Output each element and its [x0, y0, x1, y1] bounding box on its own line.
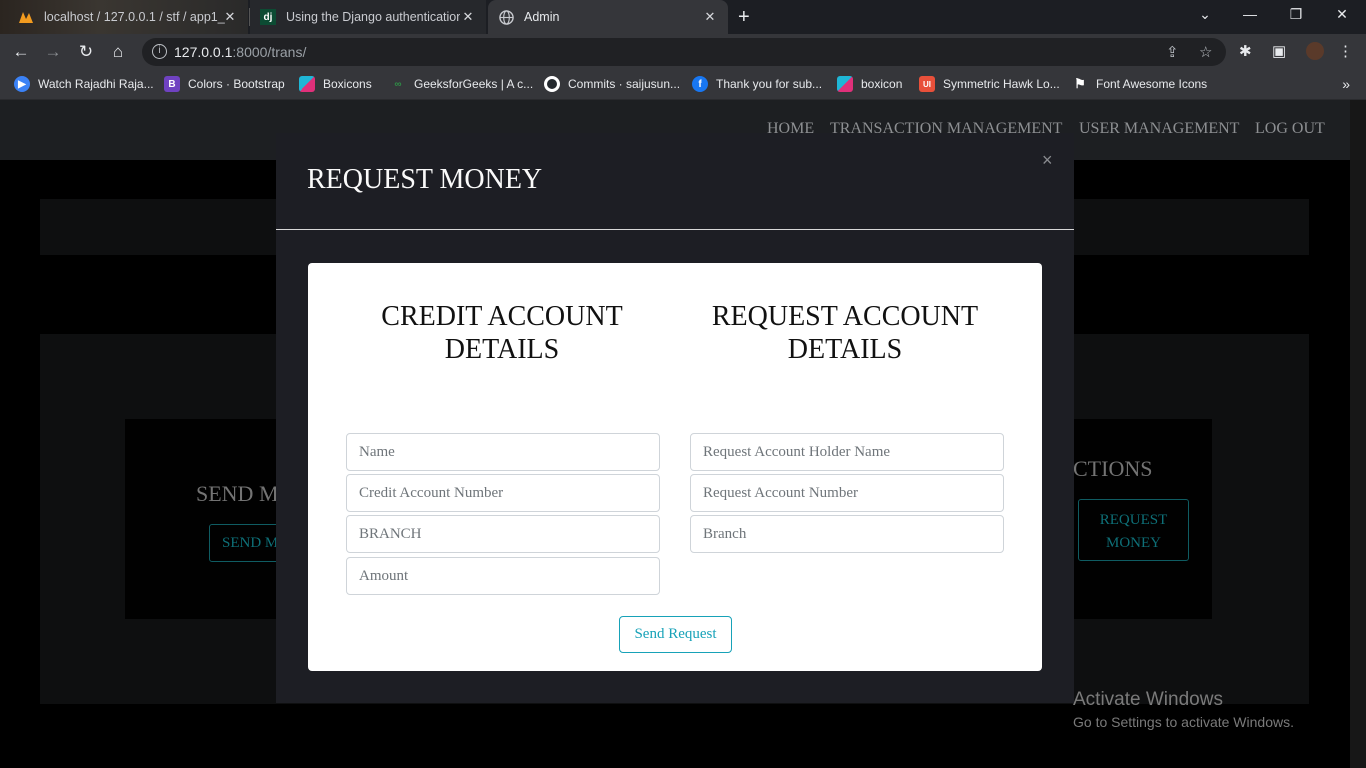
bookmark-label: boxicon — [861, 77, 903, 91]
browser-toolbar: ← → ↻ ⌂ i 127.0.0.1:8000/trans/ ⇪ ☆ ✱ ▣ … — [0, 34, 1366, 70]
browser-tab-strip: localhost / 127.0.0.1 / stf / app1_ ✕ dj… — [0, 0, 1366, 34]
request-form: CREDIT ACCOUNT DETAILS REQUEST ACCOUNT D… — [308, 263, 1042, 671]
tab-title: Using the Django authentication — [286, 10, 460, 24]
nav-user-management-link[interactable]: USER MANAGEMENT — [1079, 120, 1239, 138]
bookmark-label: GeeksforGeeks | A c... — [414, 77, 534, 91]
symmetric-hawk-icon: UI — [919, 76, 935, 92]
request-account-number-field[interactable] — [690, 474, 1004, 512]
transactions-title: CTIONS — [1073, 456, 1153, 481]
tab-title: localhost / 127.0.0.1 / stf / app1_ — [44, 10, 225, 24]
new-tab-plus-icon[interactable]: + — [738, 6, 750, 29]
facebook-icon: f — [692, 76, 708, 92]
close-icon[interactable]: ✕ — [222, 9, 238, 25]
close-icon[interactable]: ✕ — [460, 9, 476, 25]
bookmark-item[interactable]: B Colors · Bootstrap — [164, 76, 285, 92]
forward-arrow-icon[interactable]: → — [42, 41, 64, 63]
bookmark-label: Font Awesome Icons — [1096, 77, 1208, 91]
phpmyadmin-icon — [18, 9, 34, 25]
flag-icon: ⚑ — [1074, 76, 1086, 91]
send-money-title: SEND M — [196, 481, 279, 506]
tab-title: Admin — [524, 10, 560, 24]
window-close-icon[interactable]: ✕ — [1332, 6, 1352, 23]
activate-windows-subtitle: Go to Settings to activate Windows. — [1073, 714, 1294, 730]
credit-account-number-field[interactable] — [346, 474, 660, 512]
extensions-puzzle-icon[interactable]: ✱ — [1239, 42, 1252, 60]
share-icon[interactable]: ⇪ — [1166, 43, 1179, 61]
bookmark-item[interactable]: boxicon — [837, 76, 902, 92]
bootstrap-icon: B — [164, 76, 180, 92]
reload-icon[interactable]: ↻ — [75, 41, 97, 63]
home-icon[interactable]: ⌂ — [107, 41, 129, 63]
tab-search-chevron-icon[interactable]: ⌄ — [1195, 6, 1215, 23]
close-icon[interactable]: ✕ — [702, 9, 718, 25]
site-info-icon[interactable]: i — [152, 44, 167, 59]
address-bar[interactable]: i 127.0.0.1:8000/trans/ ⇪ ☆ — [142, 38, 1226, 66]
bookmark-label: Commits · saijusun... — [568, 77, 681, 91]
bookmark-item[interactable]: Commits · saijusun... — [544, 76, 680, 92]
chevron-double-right-icon[interactable]: » — [1342, 76, 1350, 92]
credit-name-field[interactable] — [346, 433, 660, 471]
credit-account-heading: CREDIT ACCOUNT DETAILS — [381, 301, 623, 365]
bookmark-label: Watch Rajadhi Raja... — [38, 77, 154, 91]
modal-title: REQUEST MONEY — [307, 164, 543, 195]
boxicons-icon — [837, 76, 853, 92]
bookmark-label: Boxicons — [323, 77, 372, 91]
tab-django-docs[interactable]: dj Using the Django authentication ✕ — [250, 0, 486, 34]
request-button-label: REQUEST — [1099, 512, 1168, 528]
bookmark-star-icon[interactable]: ☆ — [1199, 43, 1212, 61]
request-branch-field[interactable] — [690, 515, 1004, 553]
bookmark-label: Colors · Bootstrap — [188, 77, 285, 91]
restore-icon[interactable]: ❐ — [1286, 6, 1306, 23]
credit-branch-field[interactable] — [346, 515, 660, 553]
bookmark-item[interactable]: ⚑ Font Awesome Icons — [1072, 76, 1207, 92]
request-money-button[interactable]: REQUEST MONEY — [1078, 499, 1189, 561]
bookmark-item[interactable]: Boxicons — [299, 76, 372, 92]
github-icon — [544, 76, 560, 92]
page-scrollbar[interactable] — [1350, 100, 1366, 768]
minimize-icon[interactable]: — — [1240, 6, 1260, 22]
request-holder-name-field[interactable] — [690, 433, 1004, 471]
bookmark-item[interactable]: UI Symmetric Hawk Lo... — [919, 76, 1060, 92]
geeksforgeeks-icon: ∞ — [394, 78, 402, 90]
request-money-modal: REQUEST MONEY × CREDIT ACCOUNT DETAILS R… — [276, 133, 1074, 703]
request-button-label: MONEY — [1106, 535, 1161, 551]
back-arrow-icon[interactable]: ← — [10, 41, 32, 63]
request-account-heading: REQUEST ACCOUNT DETAILS — [711, 301, 979, 365]
url-text[interactable]: 127.0.0.1:8000/trans/ — [174, 44, 306, 60]
close-icon[interactable]: × — [1042, 150, 1053, 171]
tab-admin[interactable]: Admin ✕ — [488, 0, 728, 34]
bookmark-item[interactable]: f Thank you for sub... — [692, 76, 822, 92]
django-icon: dj — [260, 9, 276, 25]
bookmark-label: Symmetric Hawk Lo... — [943, 77, 1060, 91]
play-icon: ▶ — [14, 76, 30, 92]
bookmark-item[interactable]: ▶ Watch Rajadhi Raja... — [14, 76, 154, 92]
menu-kebab-icon[interactable]: ⋮ — [1338, 42, 1353, 60]
amount-field[interactable] — [346, 557, 660, 595]
tab-phpmyadmin[interactable]: localhost / 127.0.0.1 / stf / app1_ ✕ — [0, 0, 248, 34]
send-request-button[interactable]: Send Request — [619, 616, 732, 653]
globe-icon — [498, 9, 514, 25]
modal-divider — [276, 229, 1074, 230]
boxicons-icon — [299, 76, 315, 92]
bookmarks-bar: ▶ Watch Rajadhi Raja... B Colors · Boots… — [0, 70, 1366, 100]
bookmark-label: Thank you for sub... — [716, 77, 823, 91]
activate-windows-title: Activate Windows — [1073, 689, 1223, 710]
nav-logout-link[interactable]: LOG OUT — [1255, 120, 1325, 138]
profile-avatar[interactable] — [1306, 42, 1324, 60]
side-panel-icon[interactable]: ▣ — [1272, 42, 1286, 60]
bookmark-item[interactable]: ∞ GeeksforGeeks | A c... — [390, 76, 533, 92]
